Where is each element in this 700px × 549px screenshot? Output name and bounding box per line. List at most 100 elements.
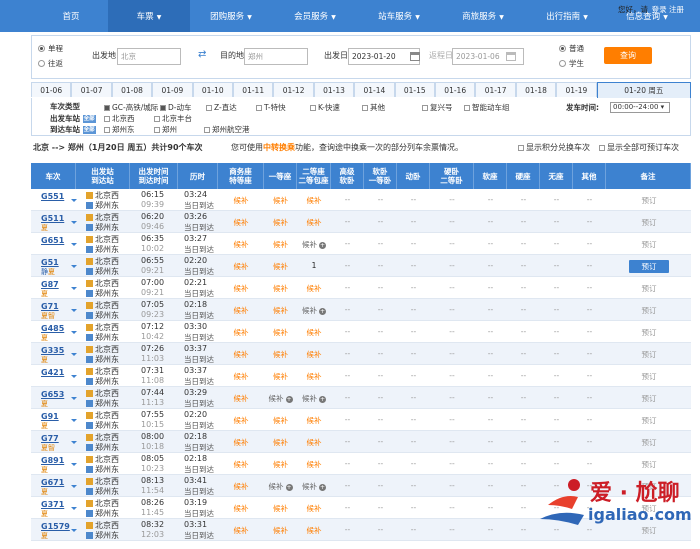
date-tab[interactable]: 01-15	[394, 82, 435, 97]
second-class-seat[interactable]: 候补	[297, 437, 331, 448]
book-button[interactable]: 预订	[629, 194, 669, 207]
dropdown-icon[interactable]	[71, 331, 77, 334]
date-tab[interactable]: 01-18	[515, 82, 557, 97]
dropdown-icon[interactable]	[71, 243, 77, 246]
business-seat[interactable]: 候补	[218, 525, 264, 536]
train-type-option[interactable]: K-快速	[310, 102, 340, 113]
from-station-2[interactable]: 北京丰台	[154, 113, 192, 124]
date-tab[interactable]: 01-16	[435, 82, 476, 97]
book-button[interactable]: 预订	[629, 370, 669, 383]
nav-home[interactable]: 首页	[36, 0, 106, 32]
second-class-seat[interactable]: 候补 +	[297, 239, 331, 250]
login-link[interactable]: 登录 注册	[652, 4, 684, 15]
plus-icon[interactable]: +	[285, 396, 293, 403]
all-button[interactable]: 全部	[82, 126, 96, 134]
dropdown-icon[interactable]	[71, 199, 77, 202]
business-seat[interactable]: 候补	[218, 239, 264, 250]
business-seat[interactable]: 候补	[218, 327, 264, 338]
train-type-option[interactable]: T-特快	[256, 102, 286, 113]
second-class-seat[interactable]: 候补	[297, 327, 331, 338]
second-class-seat[interactable]: 候补	[297, 371, 331, 382]
first-class-seat[interactable]: 候补	[264, 261, 297, 272]
plus-icon[interactable]: +	[319, 242, 326, 249]
dropdown-icon[interactable]	[71, 221, 77, 224]
second-class-seat[interactable]: 候补	[297, 525, 331, 536]
train-type-option[interactable]: GC-高铁/城际	[104, 102, 158, 113]
business-seat[interactable]: 候补	[218, 415, 264, 426]
book-button[interactable]: 预订	[629, 414, 669, 427]
train-number-link[interactable]: G653	[41, 390, 64, 399]
train-type-option[interactable]: 其他	[362, 102, 385, 113]
business-seat[interactable]: 候补	[218, 371, 264, 382]
date-tab[interactable]: 01-08	[111, 82, 153, 97]
dropdown-icon[interactable]	[71, 353, 77, 356]
business-seat[interactable]: 候补	[218, 195, 264, 206]
date-tab[interactable]: 01-11	[233, 82, 274, 97]
train-type-option[interactable]: 复兴号	[422, 102, 453, 113]
first-class-seat[interactable]: 候补	[264, 437, 297, 448]
date-tab[interactable]: 01-12	[273, 82, 314, 97]
calendar-icon[interactable]	[506, 52, 516, 61]
business-seat[interactable]: 候补	[218, 349, 264, 360]
business-seat[interactable]: 候补	[218, 261, 264, 272]
second-class-seat[interactable]: 候补	[297, 503, 331, 514]
date-tab[interactable]: 01-07	[71, 82, 112, 97]
first-class-seat[interactable]: 候补	[264, 195, 297, 206]
business-seat[interactable]: 候补	[218, 393, 264, 404]
date-tab[interactable]: 01-19	[556, 82, 597, 97]
query-button[interactable]: 查询	[604, 47, 652, 64]
nav-business[interactable]: 商旅服务 ▼	[444, 0, 522, 32]
swap-icon[interactable]: ⇄	[198, 50, 209, 60]
train-number-link[interactable]: G511	[41, 214, 64, 223]
book-button[interactable]: 预订	[629, 326, 669, 339]
date-tab[interactable]: 01-17	[475, 82, 516, 97]
date-tab[interactable]: 01-13	[313, 82, 355, 97]
dropdown-icon[interactable]	[71, 463, 77, 466]
date-tab[interactable]: 01-10	[192, 82, 233, 97]
all-button[interactable]: 全部	[82, 115, 96, 123]
train-number-link[interactable]: G551	[41, 192, 64, 201]
second-class-seat[interactable]: 候补	[297, 349, 331, 360]
first-class-seat[interactable]: 候补	[264, 239, 297, 250]
dropdown-icon[interactable]	[71, 485, 77, 488]
business-seat[interactable]: 候补	[218, 305, 264, 316]
business-seat[interactable]: 候补	[218, 217, 264, 228]
second-class-seat[interactable]: 候补	[297, 459, 331, 470]
first-class-seat[interactable]: 候补	[264, 283, 297, 294]
book-button[interactable]: 预订	[629, 260, 669, 273]
dropdown-icon[interactable]	[71, 375, 77, 378]
business-seat[interactable]: 候补	[218, 283, 264, 294]
date-tab[interactable]: 01-09	[152, 82, 193, 97]
first-class-seat[interactable]: 候补	[264, 415, 297, 426]
calendar-icon[interactable]	[410, 52, 420, 61]
first-class-seat[interactable]: 候补	[264, 503, 297, 514]
nav-tickets[interactable]: 车票 ▼	[108, 0, 190, 32]
radio-student[interactable]: 学生	[559, 58, 584, 69]
transfer-link[interactable]: 中转换乘	[263, 143, 295, 152]
second-class-seat[interactable]: 候补 +	[297, 305, 331, 316]
to-station-2[interactable]: 郑州	[154, 124, 177, 135]
dropdown-icon[interactable]	[71, 309, 77, 312]
train-type-option[interactable]: Z-直达	[206, 102, 237, 113]
date-tab[interactable]: 01-20 周五	[596, 82, 691, 98]
depart-time-select[interactable]: 00:00--24:00 ▾	[610, 102, 670, 113]
dropdown-icon[interactable]	[71, 265, 77, 268]
from-station-1[interactable]: 北京西	[104, 113, 135, 124]
plus-icon[interactable]: +	[285, 484, 293, 491]
dropdown-icon[interactable]	[71, 397, 77, 400]
train-number-link[interactable]: G77	[41, 434, 59, 443]
train-number-link[interactable]: G51	[41, 258, 59, 267]
business-seat[interactable]: 候补	[218, 437, 264, 448]
first-class-seat[interactable]: 候补	[264, 217, 297, 228]
to-input[interactable]: 郑州	[244, 48, 308, 65]
radio-roundtrip[interactable]: 往返	[38, 58, 63, 69]
train-number-link[interactable]: G671	[41, 478, 64, 487]
date-tab[interactable]: 01-06	[31, 82, 72, 97]
dropdown-icon[interactable]	[71, 287, 77, 290]
train-number-link[interactable]: G651	[41, 236, 64, 245]
book-button[interactable]: 预订	[629, 458, 669, 471]
dropdown-icon[interactable]	[71, 529, 77, 532]
business-seat[interactable]: 候补	[218, 503, 264, 514]
train-type-option[interactable]: 智能动车组	[464, 102, 510, 113]
train-number-link[interactable]: G371	[41, 500, 64, 509]
